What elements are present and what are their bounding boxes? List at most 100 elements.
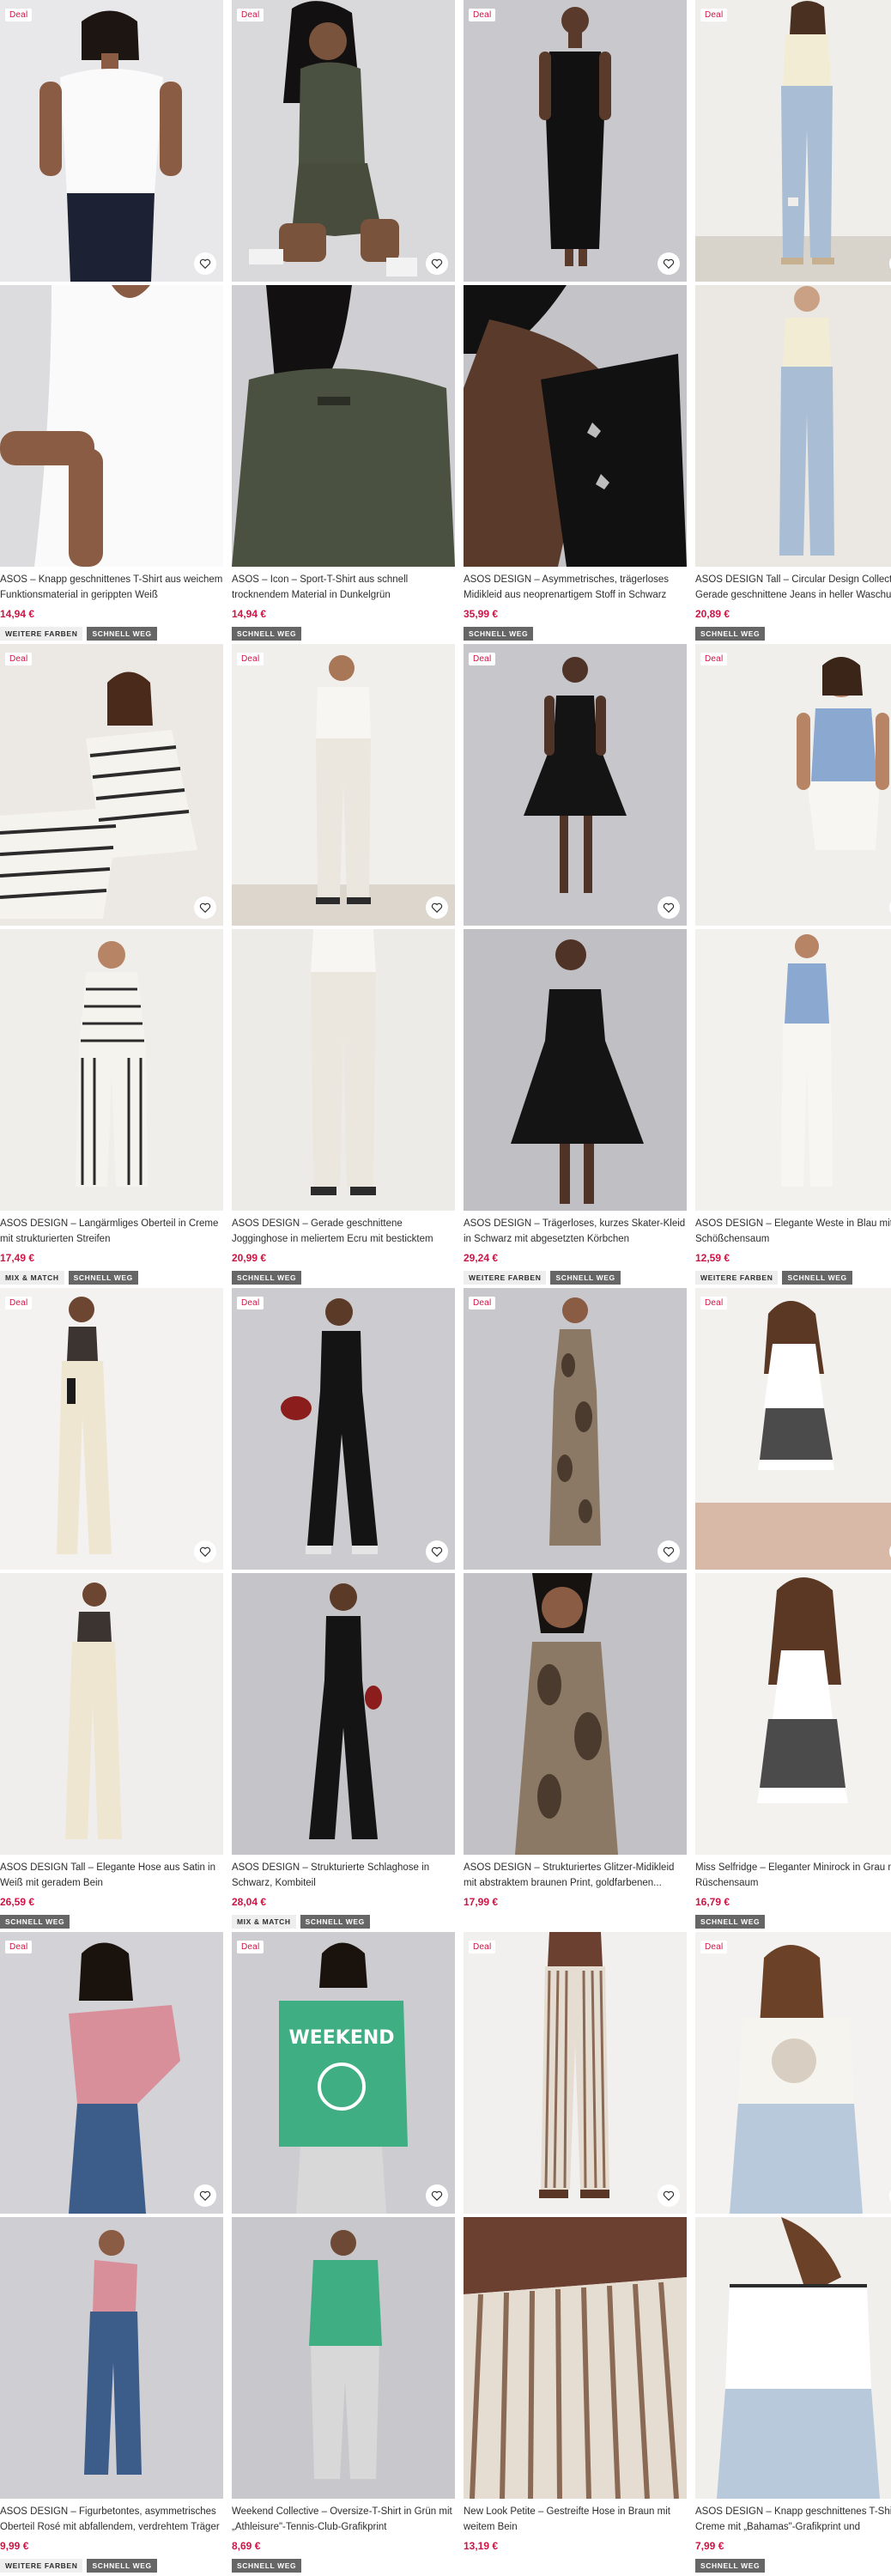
product-image-alt[interactable] [464,285,687,567]
product-title[interactable]: ASOS DESIGN – Strukturiertes Glitzer-Mid… [464,1860,687,1891]
wishlist-button[interactable] [426,1540,448,1563]
wishlist-button[interactable] [426,2184,448,2207]
product-image-alt[interactable] [0,1573,223,1855]
product-title[interactable]: ASOS DESIGN Tall – Circular Design Colle… [695,572,891,603]
product-price: 17,99 € [464,1896,499,1908]
product-image-alt[interactable] [695,285,891,567]
product-image-alt[interactable] [695,929,891,1211]
product-image[interactable]: Deal [464,1288,687,1570]
product-card[interactable]: Deal ASOS DESIGN – Gerade geschnittene J… [232,644,455,1288]
product-image[interactable]: Deal [232,0,455,282]
product-grid: Deal ASOS – Knapp geschnittenes T-Shirt … [0,0,891,2576]
product-card[interactable]: Deal ASOS DESIGN Tall – Circular Design … [695,0,891,644]
product-image-alt[interactable] [232,929,455,1211]
deal-badge: Deal [5,9,33,21]
wishlist-button[interactable] [194,896,216,919]
product-image-alt[interactable] [695,2217,891,2499]
deal-badge: Deal [469,9,496,21]
heart-icon [663,902,675,914]
product-price: 14,94 € [232,608,267,620]
product-title[interactable]: New Look Petite – Gestreifte Hose in Bra… [464,2504,687,2535]
product-badges: SCHNELL WEG [232,2559,302,2573]
product-card[interactable]: Deal ASOS – Knapp geschnittenes T-Shirt … [0,0,223,644]
product-title[interactable]: ASOS DESIGN Tall – Elegante Hose aus Sat… [0,1860,223,1891]
deal-badge: Deal [469,1941,496,1953]
product-image-alt[interactable] [0,2217,223,2499]
product-badges: WEITERE FARBEN SCHNELL WEG [0,627,157,641]
product-card[interactable]: Deal ASOS DESIGN – Figurbetontes, asymme… [0,1932,223,2576]
product-title[interactable]: ASOS DESIGN – Figurbetontes, asymmetrisc… [0,2504,223,2535]
product-title[interactable]: ASOS DESIGN – Strukturierte Schlaghose i… [232,1860,455,1891]
product-image[interactable]: Deal [0,1288,223,1570]
svg-text:WEEKEND: WEEKEND [288,2027,394,2049]
product-card[interactable]: Deal ASOS DESIGN – Knapp geschnittenes T… [695,1932,891,2576]
product-title[interactable]: ASOS DESIGN – Knapp geschnittenes T-Shir… [695,2504,891,2535]
heart-icon [663,2190,675,2202]
wishlist-button[interactable] [426,252,448,275]
product-title[interactable]: ASOS DESIGN – Elegante Weste in Blau mit… [695,1216,891,1247]
deal-badge: Deal [237,9,264,21]
product-card[interactable]: Deal New Look Petite – Gestreifte Hose i… [464,1932,687,2576]
badge-selling-fast: SCHNELL WEG [695,1915,766,1929]
product-image[interactable]: Deal [232,644,455,926]
product-image[interactable]: Deal [695,0,891,282]
badge-mix-match: MIX & MATCH [0,1271,64,1285]
product-image[interactable]: WEEKEND Deal [232,1932,455,2214]
wishlist-button[interactable] [194,2184,216,2207]
badge-selling-fast: SCHNELL WEG [232,2559,302,2573]
product-title[interactable]: ASOS DESIGN – Trägerloses, kurzes Skater… [464,1216,687,1247]
product-price: 12,59 € [695,1252,730,1264]
product-title[interactable]: ASOS DESIGN – Gerade geschnittene Joggin… [232,1216,455,1247]
product-image[interactable]: Deal [0,644,223,926]
product-image-alt[interactable] [232,2217,455,2499]
wishlist-button[interactable] [426,896,448,919]
product-image[interactable]: Deal [695,1932,891,2214]
product-card[interactable]: Deal ASOS – Icon – Sport-T-Shirt aus sch… [232,0,455,644]
product-image[interactable]: Deal [464,1932,687,2214]
product-card[interactable]: Deal ASOS DESIGN – Langärmliges Oberteil… [0,644,223,1288]
wishlist-button[interactable] [194,252,216,275]
product-title[interactable]: Miss Selfridge – Eleganter Minirock in G… [695,1860,891,1891]
wishlist-button[interactable] [658,2184,680,2207]
product-title[interactable]: Weekend Collective – Oversize-T-Shirt in… [232,2504,455,2535]
product-image[interactable]: Deal [695,1288,891,1570]
product-image[interactable]: Deal [464,644,687,926]
product-card[interactable]: WEEKEND Deal Weekend Collective – Oversi… [232,1932,455,2576]
deal-badge: Deal [5,653,33,665]
product-title[interactable]: ASOS – Icon – Sport-T-Shirt aus schnell … [232,572,455,603]
wishlist-button[interactable] [658,1540,680,1563]
product-title[interactable]: ASOS – Knapp geschnittenes T-Shirt aus w… [0,572,223,603]
deal-badge: Deal [700,9,728,21]
product-card[interactable]: Deal ASOS DESIGN – Trägerloses, kurzes S… [464,644,687,1288]
deal-badge: Deal [700,1297,728,1309]
badge-more-colors: WEITERE FARBEN [695,1271,779,1285]
wishlist-button[interactable] [194,1540,216,1563]
product-image-alt[interactable] [464,1573,687,1855]
wishlist-button[interactable] [658,896,680,919]
heart-icon [663,258,675,270]
product-card[interactable]: Deal ASOS DESIGN – Strukturierte Schlagh… [232,1288,455,1932]
product-image-alt[interactable] [232,285,455,567]
product-image-alt[interactable] [0,285,223,567]
wishlist-button[interactable] [658,252,680,275]
product-card[interactable]: Deal ASOS DESIGN – Elegante Weste in Bla… [695,644,891,1288]
product-image[interactable]: Deal [0,0,223,282]
product-image[interactable]: Deal [464,0,687,282]
product-image-alt[interactable] [464,929,687,1211]
badge-more-colors: WEITERE FARBEN [0,2559,83,2573]
product-card[interactable]: Deal ASOS DESIGN – Strukturiertes Glitze… [464,1288,687,1932]
product-image[interactable]: Deal [695,644,891,926]
product-card[interactable]: Deal Miss Selfridge – Eleganter Minirock… [695,1288,891,1932]
product-image-alt[interactable] [232,1573,455,1855]
product-image-alt[interactable] [695,1573,891,1855]
product-image-alt[interactable] [0,929,223,1211]
product-badges: MIX & MATCH SCHNELL WEG [232,1915,370,1929]
product-title[interactable]: ASOS DESIGN – Langärmliges Oberteil in C… [0,1216,223,1247]
product-card[interactable]: Deal ASOS DESIGN Tall – Elegante Hose au… [0,1288,223,1932]
product-image[interactable]: Deal [232,1288,455,1570]
heart-icon [431,2190,443,2202]
product-image-alt[interactable] [464,2217,687,2499]
product-title[interactable]: ASOS DESIGN – Asymmetrisches, trägerlose… [464,572,687,603]
product-image[interactable]: Deal [0,1932,223,2214]
product-card[interactable]: Deal ASOS DESIGN – Asymmetrisches, träge… [464,0,687,644]
